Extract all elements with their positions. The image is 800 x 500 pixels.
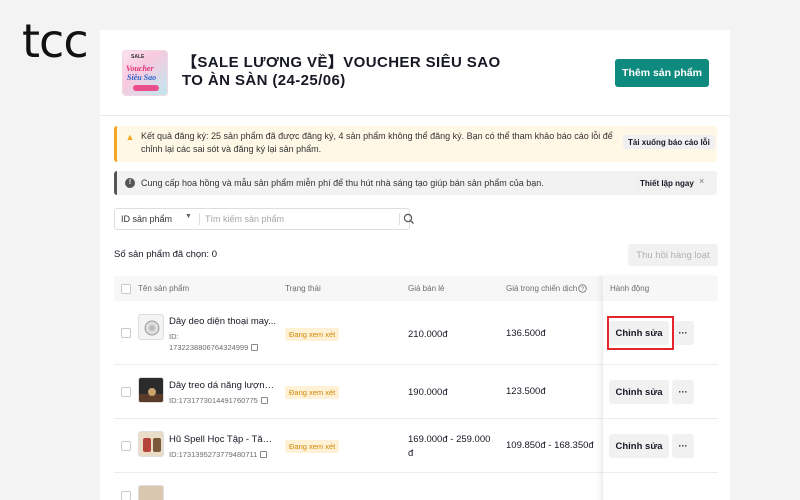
product-name[interactable]: Hũ Spell Học Tập - Tăng... — [169, 434, 277, 445]
warning-alert: ▲ Kết quả đăng ký: 25 sản phẩm đã được đ… — [114, 126, 717, 162]
page-title: 【SALE LƯƠNG VỀ】VOUCHER SIÊU SAO TO ÀN SÀ… — [182, 54, 501, 89]
edit-button[interactable]: Chỉnh sửa — [609, 434, 669, 458]
selected-count: Số sản phẩm đã chọn: 0 — [114, 249, 217, 260]
table-row: Dây treo dá năng lượng ... ID:1731773014… — [114, 365, 718, 419]
search-divider — [199, 213, 200, 225]
product-id-value: 1732238806764324999 — [169, 343, 249, 352]
campaign-price: 109.850đ - 168.350đ — [506, 440, 594, 451]
campaign-price: 123.500đ — [506, 386, 546, 397]
retail-price: 190.000đ — [408, 387, 448, 398]
product-id: ID:1731773014491760775 — [169, 396, 268, 406]
product-name[interactable]: Dây deo diện thoại may... — [169, 316, 277, 327]
product-id-value: ID:1731395273779480711 — [169, 450, 258, 459]
campaign-panel: SALE Voucher Siêu Sao 【SALE LƯƠNG VỀ】VOU… — [100, 30, 730, 500]
search-divider-2 — [399, 213, 400, 225]
warning-triangle-icon: ▲ — [125, 132, 135, 142]
add-product-button[interactable]: Thêm sản phẩm — [615, 59, 709, 87]
product-id: ID:1731395273779480711 — [169, 450, 268, 460]
column-header-retail-price: Giá bán lẻ — [408, 284, 445, 293]
search-input[interactable] — [205, 212, 385, 226]
column-header-campaign-price: Giá trong chiến dịch — [506, 284, 578, 293]
product-id-label: ID: — [169, 332, 179, 341]
thumbnail-ribbon — [133, 85, 159, 91]
warning-message: Kết quả đăng ký: 25 sản phẩm đã được đăn… — [141, 131, 613, 154]
copy-icon[interactable] — [251, 344, 259, 351]
help-icon[interactable]: ? — [578, 284, 587, 293]
more-options-button[interactable]: ··· — [672, 321, 694, 345]
campaign-header: SALE Voucher Siêu Sao 【SALE LƯƠNG VỀ】VOU… — [100, 30, 730, 116]
column-header-name: Tên sản phẩm — [138, 284, 190, 293]
info-icon: ! — [125, 178, 135, 188]
column-header-actions: Hành động — [610, 284, 650, 293]
setup-now-button[interactable]: Thiết lập ngay — [635, 176, 699, 190]
select-all-checkbox[interactable] — [121, 284, 131, 294]
bulk-withdraw-button[interactable]: Thu hồi hàng loạt — [628, 244, 718, 266]
search-icon[interactable] — [403, 212, 415, 226]
brand-logo: tcc — [22, 14, 89, 68]
copy-icon[interactable] — [260, 451, 268, 458]
retail-price: 210.000đ — [408, 329, 448, 340]
row-checkbox[interactable] — [121, 387, 131, 397]
table-header: Tên sản phẩm Trạng thái Giá bán lẻ Giá t… — [114, 276, 718, 301]
product-name[interactable]: Dây treo dá năng lượng ... — [169, 380, 277, 391]
table-row: Hũ Spell Học Tập - Tăng... ID:1731395273… — [114, 419, 718, 473]
copy-icon[interactable] — [260, 397, 268, 404]
info-alert: ! Cung cấp hoa hồng và mẫu sản phẩm miễn… — [114, 171, 717, 195]
highlight-box — [607, 316, 674, 350]
thumbnail-text-2: Siêu Sao — [127, 73, 157, 82]
product-id-value: ID:1731773014491760775 — [169, 396, 258, 405]
row-checkbox[interactable] — [121, 491, 131, 500]
retail-price: 169.000đ - 259.000 đ — [408, 434, 491, 459]
product-thumbnail — [138, 485, 164, 500]
download-error-report-button[interactable]: Tải xuống báo cáo lỗi — [623, 135, 715, 149]
product-search-bar: ID sản phẩm ▼ — [114, 208, 414, 230]
close-icon[interactable]: × — [699, 176, 704, 186]
campaign-price: 136.500đ — [506, 328, 546, 339]
more-options-button[interactable]: ··· — [672, 380, 694, 404]
status-badge: Đang xem xét — [285, 386, 340, 399]
row-checkbox[interactable] — [121, 441, 131, 451]
thumbnail-logo-text: SALE — [131, 54, 145, 60]
edit-button[interactable]: Chỉnh sửa — [609, 380, 669, 404]
thumbnail-text-1: Voucher — [126, 64, 154, 73]
campaign-thumbnail: SALE Voucher Siêu Sao — [122, 50, 168, 96]
column-header-status: Trạng thái — [285, 284, 321, 293]
product-table: Tên sản phẩm Trạng thái Giá bán lẻ Giá t… — [114, 276, 718, 500]
product-thumbnail — [138, 314, 164, 340]
search-filter-select[interactable]: ID sản phẩm — [121, 214, 172, 224]
more-options-button[interactable]: ··· — [672, 434, 694, 458]
row-checkbox[interactable] — [121, 328, 131, 338]
status-badge: Đang xem xét — [285, 328, 340, 341]
status-badge: Đang xem xét — [285, 440, 340, 453]
table-row — [114, 473, 718, 500]
table-row: Dây deo diện thoại may... ID: 1732238806… — [114, 301, 718, 365]
product-thumbnail — [138, 431, 164, 457]
product-id: 1732238806764324999 — [169, 343, 259, 353]
product-thumbnail — [138, 377, 164, 403]
info-message: Cung cấp hoa hồng và mẫu sản phẩm miễn p… — [141, 178, 544, 188]
chevron-down-icon[interactable]: ▼ — [185, 213, 192, 220]
